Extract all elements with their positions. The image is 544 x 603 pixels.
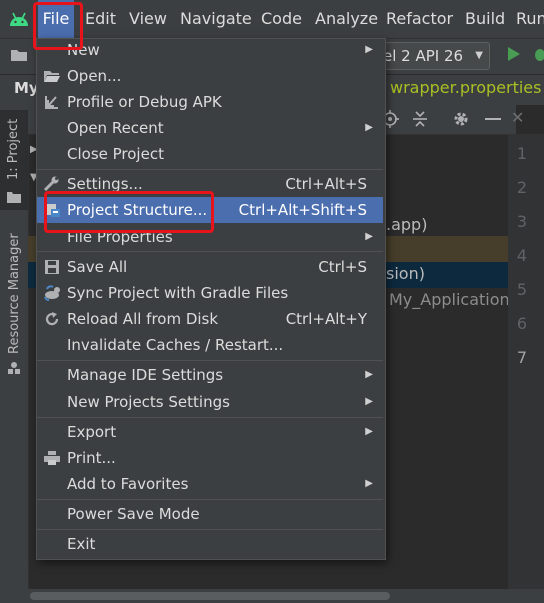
- debug-icon[interactable]: [532, 46, 544, 62]
- menu-item-close-project[interactable]: Close Project: [37, 141, 383, 167]
- menu-item-print[interactable]: Print...: [37, 445, 383, 471]
- close-tab-icon[interactable]: ✕: [511, 108, 524, 127]
- annotation-box-project-structure: [44, 191, 214, 233]
- menu-view[interactable]: View: [129, 0, 167, 38]
- menu-build[interactable]: Build: [465, 0, 505, 38]
- menu-navigate[interactable]: Navigate: [180, 0, 252, 38]
- menu-item-label: Exit: [67, 535, 96, 553]
- menu-item-shortcut: Ctrl+Alt+Shift+S: [238, 201, 367, 219]
- menu-item-label: Save All: [67, 258, 128, 276]
- submenu-arrow-icon: ▶: [365, 396, 373, 407]
- menu-separator: [37, 360, 383, 361]
- line-number: 4: [516, 246, 528, 265]
- menu-refactor[interactable]: Refactor: [386, 0, 453, 38]
- submenu-arrow-icon: ▶: [365, 231, 373, 242]
- line-number: 1: [516, 144, 528, 163]
- submenu-arrow-icon: ▶: [365, 122, 373, 133]
- menu-edit[interactable]: Edit: [85, 0, 116, 38]
- menu-item-save-all[interactable]: Save All Ctrl+S: [37, 254, 383, 280]
- tool-tab-resource-manager[interactable]: Resource Manager: [7, 233, 22, 354]
- annotation-box-file-menu: [33, 2, 83, 50]
- resource-manager-icon: [7, 360, 21, 374]
- menu-item-export[interactable]: Export ▶: [37, 419, 383, 445]
- minimize-icon[interactable]: [485, 118, 501, 120]
- menu-item-label: Profile or Debug APK: [67, 93, 222, 111]
- line-number: 5: [516, 280, 528, 299]
- menu-item-manage-ide-settings[interactable]: Manage IDE Settings ▶: [37, 362, 383, 388]
- gradle-sync-icon: [43, 285, 61, 301]
- menu-code[interactable]: Code: [261, 0, 302, 38]
- tree-module-label: My_Application5: [389, 290, 520, 309]
- wrench-icon: [43, 176, 61, 192]
- reload-icon: [43, 311, 61, 327]
- collapse-all-icon[interactable]: [411, 110, 429, 128]
- menu-item-label: Power Save Mode: [67, 505, 200, 523]
- tree-app-label: .app): [386, 215, 428, 234]
- submenu-arrow-icon: ▶: [365, 369, 373, 380]
- line-number: 6: [516, 314, 528, 333]
- run-icon[interactable]: [506, 45, 522, 63]
- breadcrumb-file[interactable]: wrapper.properties: [390, 78, 541, 97]
- tree-row-left-highlight: [28, 236, 36, 262]
- menu-item-shortcut: Ctrl+Alt+S: [285, 175, 367, 193]
- horizontal-scrollbar[interactable]: [0, 589, 544, 603]
- left-tool-stripe: 1: Project Resource Manager: [0, 104, 29, 596]
- tree-row-left-selected: [28, 262, 36, 288]
- menu-item-label: New Projects Settings: [67, 393, 230, 411]
- android-studio-logo-icon: [8, 10, 30, 28]
- folder-open-icon: [43, 68, 61, 84]
- menu-item-label: Add to Favorites: [67, 475, 189, 493]
- menu-item-label: Open Recent: [67, 119, 164, 137]
- menu-item-label: Manage IDE Settings: [67, 366, 224, 384]
- profile-apk-icon: [43, 94, 61, 110]
- print-icon: [43, 450, 61, 466]
- menu-item-add-to-favorites[interactable]: Add to Favorites ▶: [37, 471, 383, 497]
- scrollbar-thumb[interactable]: [30, 592, 390, 600]
- menu-item-profile-debug-apk[interactable]: Profile or Debug APK: [37, 89, 383, 115]
- device-selector[interactable]: el 2 API 26 ▼: [370, 42, 490, 70]
- menu-item-exit[interactable]: Exit: [37, 531, 383, 557]
- tool-tab-project-label: 1: Project: [6, 118, 21, 180]
- menu-item-open-recent[interactable]: Open Recent ▶: [37, 115, 383, 141]
- menu-item-label: Invalidate Caches / Restart...: [67, 336, 284, 354]
- menu-separator: [37, 499, 383, 500]
- menu-item-power-save-mode[interactable]: Power Save Mode: [37, 501, 383, 527]
- menu-item-label: Open...: [67, 67, 122, 85]
- project-folder-icon: [7, 188, 21, 203]
- submenu-arrow-icon: ▶: [365, 478, 373, 489]
- menu-item-invalidate-caches[interactable]: Invalidate Caches / Restart...: [37, 332, 383, 358]
- chevron-down-icon: ▼: [475, 50, 483, 61]
- menu-item-reload-from-disk[interactable]: Reload All from Disk Ctrl+Alt+Y: [37, 306, 383, 332]
- menu-item-label: Export: [67, 423, 117, 441]
- device-selector-label: el 2 API 26: [383, 47, 464, 65]
- menu-item-new-projects-settings[interactable]: New Projects Settings ▶: [37, 389, 383, 415]
- menu-item-label: Close Project: [67, 145, 164, 163]
- menu-item-label: Print...: [67, 449, 116, 467]
- menu-item-shortcut: Ctrl+S: [318, 258, 367, 276]
- submenu-arrow-icon: ▶: [365, 44, 373, 55]
- tree-sion-label: sion): [386, 264, 425, 283]
- menu-item-sync-gradle[interactable]: Sync Project with Gradle Files: [37, 280, 383, 306]
- breadcrumb-project[interactable]: My: [14, 79, 39, 97]
- submenu-arrow-icon: ▶: [365, 426, 373, 437]
- menu-item-open[interactable]: Open...: [37, 63, 383, 89]
- menu-separator: [37, 417, 383, 418]
- open-folder-icon[interactable]: [10, 47, 28, 63]
- menu-separator: [37, 169, 383, 170]
- tree-row-highlight: [384, 236, 508, 262]
- tool-tab-project[interactable]: 1: Project: [0, 110, 28, 210]
- line-number: 2: [516, 178, 528, 197]
- menu-item-shortcut: Ctrl+Alt+Y: [285, 310, 367, 328]
- menu-separator: [37, 529, 383, 530]
- save-icon: [43, 259, 61, 275]
- line-number-current: 7: [516, 348, 528, 367]
- menu-item-label: Sync Project with Gradle Files: [67, 284, 289, 302]
- menu-item-label: Reload All from Disk: [67, 310, 219, 328]
- line-number: 3: [516, 212, 528, 231]
- menu-analyze[interactable]: Analyze: [315, 0, 378, 38]
- gear-icon[interactable]: [452, 110, 470, 128]
- menu-item-new[interactable]: New ▶: [37, 37, 383, 63]
- menu-separator: [37, 251, 383, 252]
- menu-run[interactable]: Run: [516, 0, 544, 38]
